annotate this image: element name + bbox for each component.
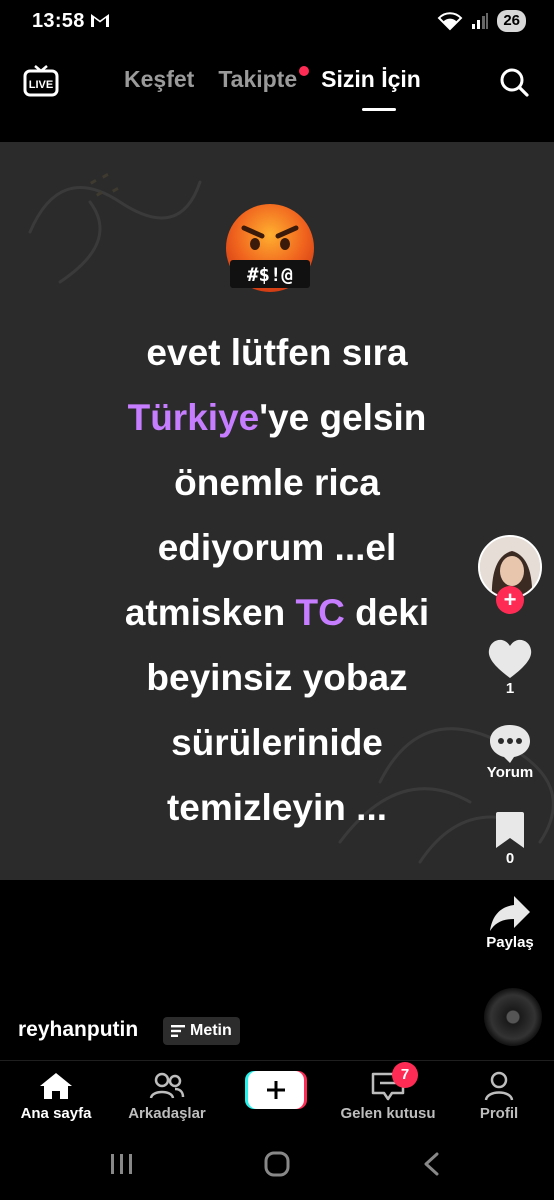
tab-takipte[interactable]: Takipte	[218, 66, 310, 93]
home-system-icon[interactable]	[263, 1150, 291, 1178]
svg-text:#$!@: #$!@	[247, 264, 293, 286]
search-icon[interactable]	[498, 66, 530, 98]
wifi-icon	[437, 12, 463, 31]
bookmark-icon	[496, 812, 524, 848]
nav-home[interactable]: Ana sayfa	[18, 1071, 94, 1122]
caption-line: ediyorum ...el	[40, 515, 514, 580]
video-caption-text: evet lütfen sıra Türkiye'ye gelsin önemle …	[40, 320, 514, 840]
status-bar: 13:58 26	[0, 0, 554, 44]
like-count: 1	[505, 680, 515, 697]
inbox-badge: 7	[392, 1062, 418, 1088]
bookmark-button[interactable]: 0	[470, 810, 550, 867]
caption-segment: temizleyin ...	[166, 787, 387, 828]
caption-line: Türkiye'ye gelsin	[40, 385, 514, 450]
caption-line: temizleyin ...	[40, 775, 514, 840]
like-button[interactable]: 1	[470, 638, 550, 697]
nav-profile-label: Profil	[479, 1105, 519, 1122]
caption-segment: sürülerinide	[171, 722, 383, 763]
signal-icon	[472, 13, 489, 29]
heart-icon	[488, 639, 532, 678]
caption-segment: önemle rica	[174, 462, 380, 503]
share-arrow-icon	[490, 896, 530, 931]
tab-takipte-label: Takipte	[218, 66, 298, 92]
svg-text:LIVE: LIVE	[29, 79, 53, 91]
tab-sizin-icin[interactable]: Sizin İçin	[321, 66, 421, 93]
feed-tabs: Keşfet Takipte Sizin İçin	[124, 66, 421, 93]
nav-home-label: Ana sayfa	[20, 1105, 92, 1122]
nav-profile[interactable]: Profil	[474, 1071, 524, 1122]
caption-segment: beyinsiz yobaz	[146, 657, 408, 698]
caption-line: sürülerinide	[40, 710, 514, 775]
nav-friends-label: Arkadaşlar	[128, 1105, 206, 1122]
new-content-dot	[299, 66, 310, 76]
nav-inbox[interactable]: Gelen kutusu	[338, 1071, 438, 1122]
live-icon[interactable]: LIVE	[22, 62, 60, 100]
active-tab-indicator	[362, 108, 396, 111]
highlighted-word: Türkiye	[127, 397, 260, 438]
nav-inbox-label: Gelen kutusu	[340, 1105, 436, 1122]
nav-friends[interactable]: Arkadaşlar	[126, 1071, 208, 1122]
caption-segment: evet lütfen sıra	[146, 332, 408, 373]
caption-line: evet lütfen sıra	[40, 320, 514, 385]
caption-line: atmisken TC deki	[40, 580, 514, 645]
battery-icon: 26	[497, 10, 526, 32]
music-disc-icon[interactable]	[484, 988, 542, 1046]
bookmark-count: 0	[505, 850, 515, 867]
top-nav: LIVE Keşfet Takipte Sizin İçin	[0, 48, 554, 118]
create-button[interactable]	[245, 1071, 307, 1109]
system-nav-bar	[0, 1140, 554, 1200]
comment-button[interactable]: Yorum	[470, 722, 550, 781]
caption-segment: ediyorum ...el	[157, 527, 397, 568]
status-time: 13:58	[32, 10, 85, 32]
back-icon[interactable]	[420, 1152, 444, 1176]
status-icons: 26	[437, 10, 526, 32]
comment-label: Yorum	[486, 764, 534, 781]
gmail-icon	[91, 14, 109, 27]
chip-label: Metin	[190, 1022, 232, 1039]
highlighted-word: TC	[295, 592, 345, 633]
caption-segment: deki	[344, 592, 430, 633]
comment-icon	[490, 725, 530, 763]
recent-apps-icon[interactable]	[108, 1152, 136, 1176]
author-username[interactable]: reyhanputin	[18, 1018, 138, 1042]
cursing-face-emoji-icon: #$!@	[226, 204, 314, 292]
share-button[interactable]: Paylaş	[470, 894, 550, 951]
caption-line: önemle rica	[40, 450, 514, 515]
text-post-chip[interactable]: Metin	[163, 1017, 240, 1045]
friends-icon	[149, 1072, 185, 1099]
caption-line: beyinsiz yobaz	[40, 645, 514, 710]
home-icon	[40, 1073, 72, 1099]
follow-button[interactable]: +	[496, 586, 524, 614]
caption-segment: 'ye gelsin	[259, 397, 427, 438]
tab-kesfet[interactable]: Keşfet	[124, 66, 194, 93]
text-lines-icon	[171, 1025, 185, 1037]
share-label: Paylaş	[486, 934, 534, 951]
bottom-nav: Ana sayfa Arkadaşlar Gelen kutusu Profil	[0, 1060, 554, 1132]
profile-icon	[484, 1071, 514, 1101]
caption-segment: atmisken	[124, 592, 296, 633]
